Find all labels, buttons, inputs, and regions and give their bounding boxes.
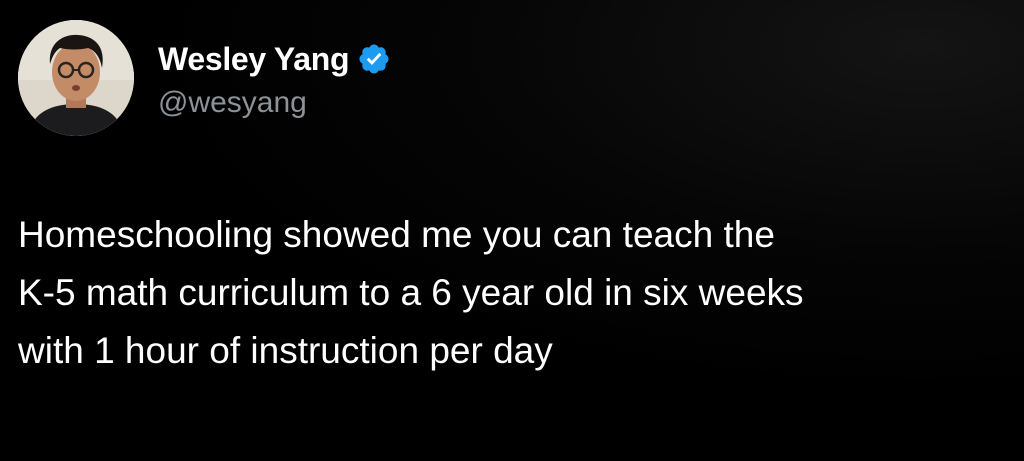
avatar[interactable] [18, 20, 134, 136]
author-name-row[interactable]: Wesley Yang [158, 36, 391, 82]
tweet-text-line: with 1 hour of instruction per day [18, 330, 553, 371]
author-handle[interactable]: @wesyang [158, 86, 307, 120]
profile-photo-icon [18, 20, 134, 136]
tweet-text-line: K-5 math curriculum to a 6 year old in s… [18, 272, 804, 313]
verified-badge-icon [357, 42, 391, 76]
tweet-text-line: Homeschooling showed me you can teach th… [18, 214, 775, 255]
tweet-text: Homeschooling showed me you can teach th… [18, 206, 1008, 380]
author-display-name[interactable]: Wesley Yang [158, 41, 349, 78]
tweet-card: Wesley Yang @wesyang Homeschooling showe… [0, 0, 1024, 461]
